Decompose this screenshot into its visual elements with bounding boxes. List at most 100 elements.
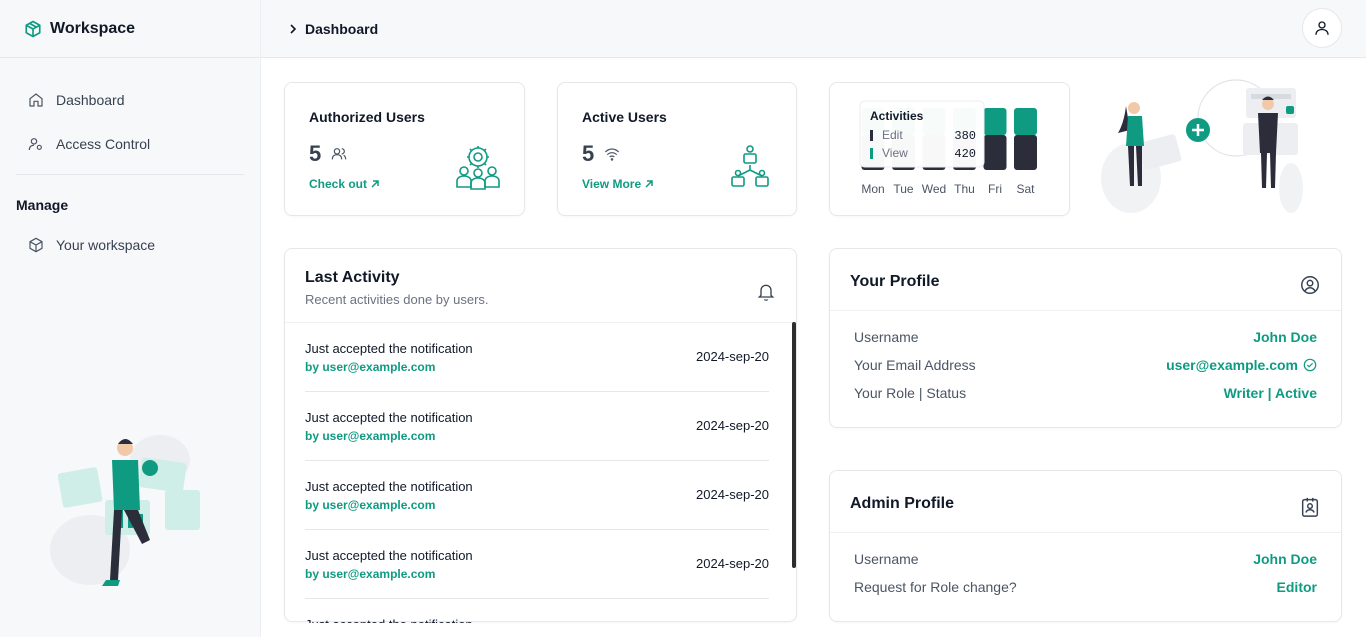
stat-number: 5 xyxy=(309,141,322,166)
tooltip-swatch xyxy=(870,148,873,159)
bell-icon[interactable] xyxy=(756,282,776,302)
row-value: John Doe xyxy=(1253,329,1317,345)
activity-list: Just accepted the notification by user@ex… xyxy=(285,323,793,623)
activity-date: 2024-sep-20 xyxy=(696,487,769,502)
activity-user[interactable]: by user@example.com xyxy=(305,429,435,443)
sidebar-item-label: Dashboard xyxy=(56,92,125,108)
activity-message: Just accepted the notification xyxy=(305,341,473,356)
last-activity-card: Last Activity Recent activities done by … xyxy=(284,248,797,623)
activity-item[interactable]: Just accepted the notification by user@ex… xyxy=(305,323,769,392)
row-value: user@example.com xyxy=(1166,357,1298,373)
activity-item[interactable]: Just accepted the notification by user@ex… xyxy=(305,461,769,530)
sidebar-item-label: Your workspace xyxy=(56,237,156,253)
link-label: Check out xyxy=(309,177,368,191)
link-label: View More xyxy=(582,177,642,191)
divider xyxy=(830,532,1341,533)
row-value: Writer | Active xyxy=(1223,385,1317,401)
user-circle-icon[interactable] xyxy=(1299,274,1321,296)
home-icon xyxy=(29,93,43,107)
activity-item[interactable]: Just accepted the notificationby user@ex… xyxy=(305,599,769,623)
bar-view-sat xyxy=(1014,108,1037,135)
role-change-link[interactable]: Editor xyxy=(1277,579,1317,595)
activities-chart: Mon Tue Wed Thu Fri Sat Activities Edit 380 View 4… xyxy=(859,100,1037,196)
wifi-icon xyxy=(605,148,620,161)
activity-scrollbar[interactable] xyxy=(792,322,796,568)
activity-user[interactable]: by user@example.com xyxy=(305,360,435,374)
stat-title: Active Users xyxy=(582,109,667,125)
row-value: John Doe xyxy=(1253,551,1317,567)
app-title: Workspace xyxy=(50,19,136,37)
user-settings-icon xyxy=(28,138,42,151)
authorized-users-card: Authorized Users 5 Check out xyxy=(284,82,525,216)
sidebar-item-dashboard[interactable]: Dashboard xyxy=(0,78,260,122)
divider xyxy=(830,310,1341,311)
team-gear-icon xyxy=(456,146,500,190)
stat-value: 5 xyxy=(309,141,347,167)
contact-card-icon[interactable] xyxy=(1299,496,1321,518)
x-tick-label: Fri xyxy=(988,182,1002,196)
network-lock-icon xyxy=(731,145,769,187)
chevron-right-icon xyxy=(290,23,297,34)
sidebar-item-access-control[interactable]: Access Control xyxy=(0,122,260,166)
activity-item[interactable]: Just accepted the notification by user@ex… xyxy=(305,530,769,599)
breadcrumb[interactable]: Dashboard xyxy=(287,21,378,37)
active-users-card: Active Users 5 View More xyxy=(557,82,797,216)
tooltip-series-name: Edit xyxy=(882,128,903,142)
arrow-up-right-icon xyxy=(645,180,653,188)
brand[interactable]: Workspace xyxy=(0,0,260,58)
sidebar-nav: Dashboard Access Control Manage Your wor… xyxy=(0,58,260,267)
sidebar: Workspace Dashboard Access Control Manag… xyxy=(0,0,261,637)
row-key: Your Email Address xyxy=(854,357,976,373)
stat-number: 5 xyxy=(582,141,595,166)
activity-date: 2024-sep-20 xyxy=(696,418,769,433)
x-tick-label: Sat xyxy=(1016,182,1035,196)
row-value-wrap: user@example.com xyxy=(1166,357,1317,373)
bar-edit-fri xyxy=(983,135,1007,170)
activity-item[interactable]: Just accepted the notification by user@ex… xyxy=(305,392,769,461)
cube-logo-icon xyxy=(25,20,41,37)
section-label-manage: Manage xyxy=(16,197,69,213)
activity-message: Just accepted the notification xyxy=(305,617,473,623)
topbar: Dashboard xyxy=(261,0,1366,58)
tooltip-value: 420 xyxy=(954,147,976,161)
check-out-link[interactable]: Check out xyxy=(309,177,380,191)
tooltip-swatch xyxy=(870,130,873,141)
your-profile-card: Your Profile Username John Doe Your Emai… xyxy=(829,248,1342,428)
x-tick-label: Wed xyxy=(922,182,946,196)
activity-user[interactable]: by user@example.com xyxy=(305,498,435,512)
tooltip-series-name: View xyxy=(882,146,908,160)
stat-title: Authorized Users xyxy=(309,109,425,125)
people-documents-illustration xyxy=(1101,79,1303,213)
x-tick-label: Mon xyxy=(861,182,884,196)
verified-check-icon xyxy=(1303,358,1317,372)
user-menu-button[interactable] xyxy=(1302,8,1342,48)
x-tick-label: Tue xyxy=(893,182,914,196)
user-icon xyxy=(1315,21,1329,35)
row-key: Your Role | Status xyxy=(854,385,967,401)
activity-message: Just accepted the notification xyxy=(305,479,473,494)
nav-divider xyxy=(16,174,244,175)
row-key: Username xyxy=(854,551,919,567)
activity-message: Just accepted the notification xyxy=(305,410,473,425)
sidebar-item-label: Access Control xyxy=(56,136,151,152)
admin-profile-card: Admin Profile Username John Doe Request … xyxy=(829,470,1342,622)
sidebar-item-your-workspace[interactable]: Your workspace xyxy=(0,223,260,267)
row-key: Username xyxy=(854,329,919,345)
cube-icon xyxy=(29,237,43,253)
row-key: Request for Role change? xyxy=(854,579,1017,595)
main-content: Authorized Users 5 Check out Active User… xyxy=(261,58,1366,637)
last-activity-title: Last Activity xyxy=(305,269,400,286)
your-profile-title: Your Profile xyxy=(850,273,940,290)
x-tick-label: Thu xyxy=(954,182,975,196)
activity-date: 2024-sep-20 xyxy=(696,349,769,364)
activity-message: Just accepted the notification xyxy=(305,548,473,563)
admin-row-username: Username John Doe xyxy=(854,549,1317,569)
profile-row-username: Username John Doe xyxy=(854,327,1317,347)
tooltip-title: Activities xyxy=(870,109,924,123)
bar-view-fri xyxy=(983,108,1007,135)
analytics-person-illustration xyxy=(50,435,200,586)
admin-profile-title: Admin Profile xyxy=(850,495,955,512)
activity-user[interactable]: by user@example.com xyxy=(305,567,435,581)
breadcrumb-current: Dashboard xyxy=(305,20,379,37)
view-more-link[interactable]: View More xyxy=(582,177,654,191)
